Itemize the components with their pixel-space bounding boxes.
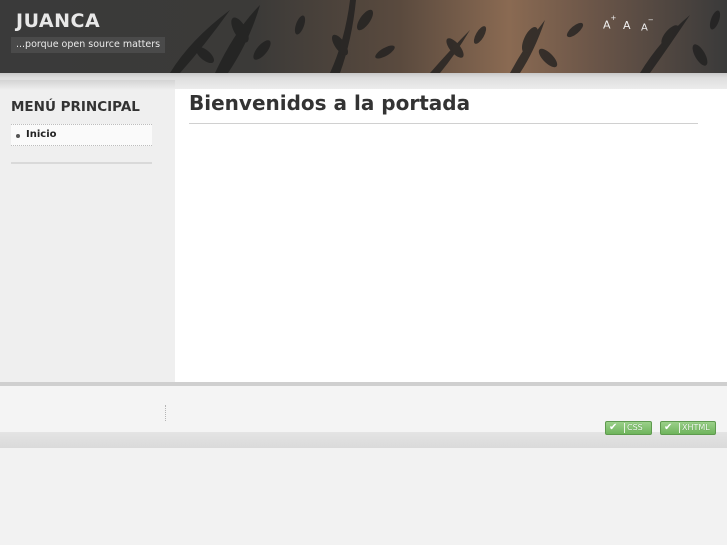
reset-font-label: A (623, 19, 631, 32)
sidebar-divider (11, 162, 152, 164)
footer-separator (165, 405, 166, 421)
css-badge-label: CSS (627, 423, 643, 432)
decrease-font-button[interactable]: A− (641, 16, 654, 34)
main-menu-title: MENÚ PRINCIPAL (11, 99, 140, 115)
sidebar-item-inicio[interactable]: Inicio (11, 124, 152, 146)
decrease-font-mark: − (647, 16, 654, 24)
decrease-font-label: A (641, 22, 648, 34)
page: JUANCA ...porque open source matters A+ … (0, 0, 727, 545)
badge-separator (624, 423, 625, 433)
site-slogan: ...porque open source matters (11, 37, 166, 53)
increase-font-mark: + (610, 14, 617, 22)
reset-font-button[interactable]: A (623, 19, 631, 32)
bullet-icon (16, 134, 20, 138)
check-icon: ✔ (664, 422, 673, 433)
increase-font-label: A (603, 18, 611, 32)
xhtml-badge-label: XHTML (682, 423, 710, 432)
main-content (175, 89, 727, 382)
sidebar-item-label[interactable]: Inicio (26, 129, 57, 140)
site-title[interactable]: JUANCA (16, 10, 100, 32)
title-divider (189, 123, 698, 124)
increase-font-button[interactable]: A+ (603, 14, 616, 32)
xhtml-valid-badge[interactable]: ✔ XHTML (660, 421, 716, 435)
badge-separator (679, 423, 680, 433)
sidebar-top-shade (0, 80, 175, 90)
page-title: Bienvenidos a la portada (189, 91, 471, 115)
css-valid-badge[interactable]: ✔ CSS (605, 421, 652, 435)
site-header: JUANCA ...porque open source matters (0, 0, 727, 73)
check-icon: ✔ (609, 422, 618, 433)
